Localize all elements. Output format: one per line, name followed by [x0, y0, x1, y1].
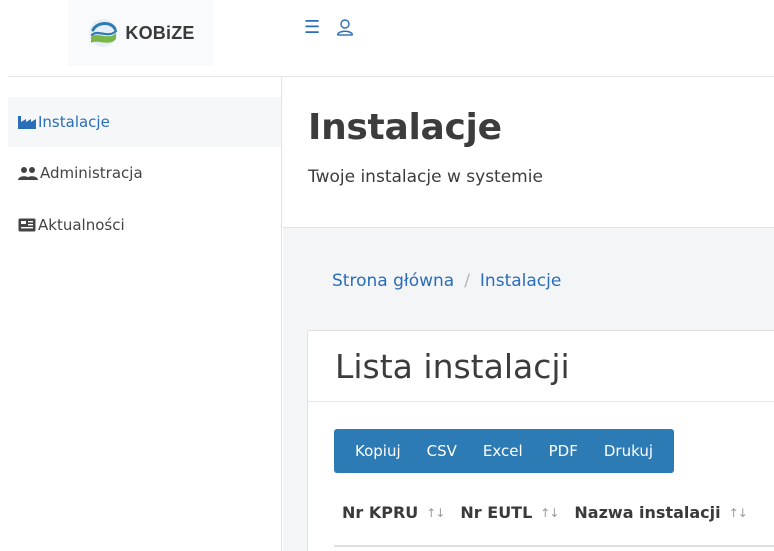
breadcrumb-separator: / — [464, 271, 470, 291]
installations-card: Lista instalacji Kopiuj CSV Excel PDF Dr… — [307, 330, 774, 551]
logo[interactable]: KOBiZE — [68, 0, 214, 66]
factory-icon — [18, 116, 36, 129]
column-label: Nazwa instalacji — [574, 503, 721, 522]
column-label: Nr EUTL — [460, 503, 533, 522]
newspaper-icon — [18, 218, 36, 232]
brand-name: KOBiZE — [125, 22, 195, 43]
page-title: Instalacje — [308, 107, 502, 148]
sidebar-item-administracja[interactable]: Administracja — [8, 148, 281, 198]
sidebar-item-label: Administracja — [40, 164, 143, 182]
column-header-nazwa-instalacji[interactable]: Nazwa instalacji ↑↓ — [574, 503, 762, 522]
breadcrumb-home-link[interactable]: Strona główna — [332, 271, 454, 291]
kobize-logo-icon — [89, 19, 118, 47]
hamburger-icon[interactable]: ☰ — [304, 19, 320, 37]
sidebar-item-instalacje[interactable]: Instalacje — [8, 97, 281, 147]
card-title: Lista instalacji — [335, 347, 570, 386]
user-icon[interactable] — [335, 17, 355, 37]
csv-button[interactable]: CSV — [414, 429, 470, 473]
sidebar-item-aktualnosci[interactable]: Aktualności — [8, 200, 281, 250]
page-subtitle: Twoje instalacje w systemie — [308, 167, 543, 187]
copy-button[interactable]: Kopiuj — [342, 429, 414, 473]
breadcrumb: Strona główna / Instalacje — [332, 271, 561, 291]
table-header: Nr KPRU ↑↓ Nr EUTL ↑↓ Nazwa instalacji ↑… — [342, 503, 763, 522]
export-button-group: Kopiuj CSV Excel PDF Drukuj — [334, 429, 674, 473]
sort-icon[interactable]: ↑↓ — [426, 506, 445, 520]
print-button[interactable]: Drukuj — [591, 429, 666, 473]
card-divider — [308, 401, 774, 402]
main-content: Strona główna / Instalacje Lista instala… — [283, 228, 774, 551]
pdf-button[interactable]: PDF — [536, 429, 591, 473]
sidebar-item-label: Instalacje — [38, 113, 110, 131]
sort-icon[interactable]: ↑↓ — [540, 506, 559, 520]
breadcrumb-current[interactable]: Instalacje — [480, 271, 561, 291]
excel-button[interactable]: Excel — [470, 429, 536, 473]
column-header-nr-kpru[interactable]: Nr KPRU ↑↓ — [342, 503, 460, 522]
column-header-nr-eutl[interactable]: Nr EUTL ↑↓ — [460, 503, 574, 522]
page-header: Instalacje Twoje instalacje w systemie — [283, 77, 774, 228]
users-icon — [18, 167, 38, 180]
column-label: Nr KPRU — [342, 503, 419, 522]
sidebar-item-label: Aktualności — [38, 216, 125, 234]
table-header-divider — [334, 545, 774, 547]
sidebar: Instalacje Administracja Aktualności — [0, 77, 282, 551]
sort-icon[interactable]: ↑↓ — [729, 506, 748, 520]
